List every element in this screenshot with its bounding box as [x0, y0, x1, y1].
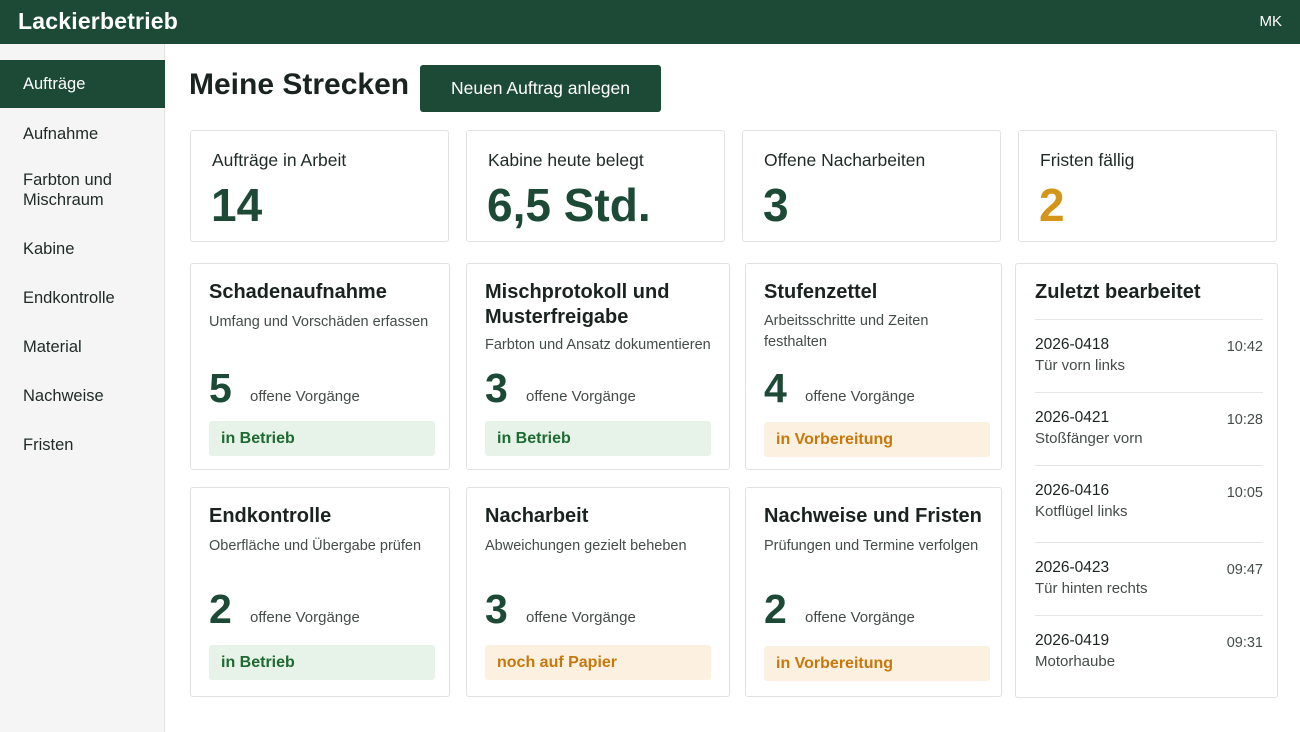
sidebar-item-label: Endkontrolle — [23, 289, 115, 307]
sidebar-item-aufnahme[interactable]: Aufnahme — [0, 110, 165, 158]
status-badge: in Vorbereitung — [764, 422, 990, 457]
module-count-label: offene Vorgänge — [250, 388, 360, 405]
order-id: 2026-0416 — [1035, 482, 1110, 499]
module-subtitle: Umfang und Vorschäden erfassen — [209, 314, 429, 330]
order-id: 2026-0421 — [1035, 409, 1110, 426]
sidebar-item-kabine[interactable]: Kabine — [0, 225, 165, 273]
sidebar-item-farbton[interactable]: Farbton und Mischraum — [0, 166, 165, 214]
stat-label: Offene Nacharbeiten — [764, 150, 926, 170]
order-part: Kotflügel links — [1035, 503, 1128, 520]
sidebar-item-label: Aufnahme — [23, 125, 99, 143]
sidebar-item-endkontrolle[interactable]: Endkontrolle — [0, 274, 165, 322]
sidebar-item-nachweise[interactable]: Nachweise — [0, 372, 165, 420]
recent-title: Zuletzt bearbeitet — [1035, 281, 1201, 303]
stat-label: Kabine heute belegt — [488, 150, 644, 170]
list-item[interactable]: 2026-0423 Tür hinten rechts 09:47 — [1035, 542, 1263, 615]
module-subtitle: Prüfungen und Termine verfolgen — [764, 538, 979, 554]
module-card-nachweise[interactable]: Nachweise und Fristen Prüfungen und Term… — [745, 487, 1002, 697]
list-item[interactable]: 2026-0421 Stoßfänger vorn 10:28 — [1035, 392, 1263, 465]
sidebar-item-label: Farbton und Mischraum — [23, 171, 112, 209]
sidebar-item-label: Nachweise — [23, 387, 104, 405]
sidebar-item-label: Aufträge — [23, 75, 86, 93]
module-title: Stufenzettel — [764, 281, 878, 303]
sidebar-item-material[interactable]: Material — [0, 323, 165, 371]
stat-value: 6,5 Std. — [487, 179, 651, 231]
order-time: 10:05 — [1226, 485, 1263, 501]
module-count: 2 — [209, 586, 232, 632]
sidebar-item-auftraege[interactable]: Aufträge — [0, 60, 165, 108]
module-title: Schadenaufnahme — [209, 281, 387, 303]
page-title: Meine Strecken — [189, 68, 410, 101]
module-count: 5 — [209, 365, 232, 411]
order-part: Stoßfänger vorn — [1035, 430, 1143, 447]
stat-card-rework: Offene Nacharbeiten 3 — [742, 130, 1001, 242]
order-id: 2026-0419 — [1035, 632, 1110, 649]
module-count: 3 — [485, 365, 508, 411]
module-count: 4 — [764, 365, 787, 411]
order-id: 2026-0423 — [1035, 559, 1110, 576]
module-subtitle: Arbeitsschritte und Zeiten festhalten — [764, 313, 929, 350]
module-count-label: offene Vorgänge — [805, 388, 915, 405]
sidebar-item-label: Material — [23, 338, 82, 356]
top-bar: Lackierbetrieb MK — [0, 0, 1300, 44]
order-time: 09:47 — [1226, 562, 1263, 578]
order-part: Tür hinten rechts — [1035, 580, 1148, 597]
module-card-nacharbeit[interactable]: Nacharbeit Abweichungen gezielt beheben … — [466, 487, 730, 697]
module-title: Mischprotokoll und Musterfreigabe — [485, 281, 670, 328]
module-count: 3 — [485, 586, 508, 632]
sidebar-item-label: Kabine — [23, 240, 75, 258]
stat-label: Fristen fällig — [1040, 150, 1135, 170]
stat-value: 2 — [1039, 179, 1065, 231]
list-item[interactable]: 2026-0419 Motorhaube 09:31 — [1035, 615, 1263, 688]
module-subtitle: Abweichungen gezielt beheben — [485, 538, 687, 554]
sidebar-item-label: Fristen — [23, 436, 74, 454]
stat-card-booth: Kabine heute belegt 6,5 Std. — [466, 130, 725, 242]
module-count-label: offene Vorgänge — [526, 609, 636, 626]
module-card-schadenaufnahme[interactable]: Schadenaufnahme Umfang und Vorschäden er… — [190, 263, 450, 470]
module-card-stufenzettel[interactable]: Stufenzettel Arbeitsschritte und Zeiten … — [745, 263, 1002, 470]
list-item[interactable]: 2026-0418 Tür vorn links 10:42 — [1035, 319, 1263, 392]
list-item[interactable]: 2026-0416 Kotflügel links 10:05 — [1035, 465, 1263, 538]
status-badge: noch auf Papier — [485, 645, 711, 680]
module-count: 2 — [764, 586, 787, 632]
stat-value: 3 — [763, 179, 789, 231]
module-count-label: offene Vorgänge — [805, 609, 915, 626]
order-time: 09:31 — [1226, 635, 1263, 651]
module-count-label: offene Vorgänge — [526, 388, 636, 405]
module-title: Nacharbeit — [485, 505, 589, 527]
stat-card-orders: Aufträge in Arbeit 14 — [190, 130, 449, 242]
module-subtitle: Farbton und Ansatz dokumentieren — [485, 337, 711, 353]
new-order-button[interactable]: Neuen Auftrag anlegen — [420, 65, 661, 112]
module-subtitle: Oberfläche und Übergabe prüfen — [209, 538, 422, 554]
module-title: Nachweise und Fristen — [764, 505, 982, 527]
recent-panel: Zuletzt bearbeitet 2026-0418 Tür vorn li… — [1015, 263, 1278, 698]
stat-card-deadlines: Fristen fällig 2 — [1018, 130, 1277, 242]
order-part: Motorhaube — [1035, 653, 1116, 670]
module-card-endkontrolle[interactable]: Endkontrolle Oberfläche und Übergabe prü… — [190, 487, 450, 697]
stat-label: Aufträge in Arbeit — [212, 150, 347, 170]
status-badge: in Betrieb — [209, 645, 435, 680]
status-badge: in Vorbereitung — [764, 646, 990, 681]
module-count-label: offene Vorgänge — [250, 609, 360, 626]
order-time: 10:42 — [1226, 339, 1263, 355]
status-badge: in Betrieb — [209, 421, 435, 456]
app-title: Lackierbetrieb — [18, 8, 179, 34]
order-time: 10:28 — [1226, 412, 1263, 428]
stat-value: 14 — [211, 179, 263, 231]
module-title: Endkontrolle — [209, 505, 332, 527]
sidebar: Aufträge Aufnahme Farbton und Mischraum … — [0, 44, 165, 732]
order-id: 2026-0418 — [1035, 336, 1110, 353]
status-badge: in Betrieb — [485, 421, 711, 456]
module-card-mischprotokoll[interactable]: Mischprotokoll und Musterfreigabe Farbto… — [466, 263, 730, 470]
order-part: Tür vorn links — [1035, 357, 1126, 374]
sidebar-item-fristen[interactable]: Fristen — [0, 421, 165, 469]
user-avatar[interactable]: MK — [1260, 13, 1283, 30]
